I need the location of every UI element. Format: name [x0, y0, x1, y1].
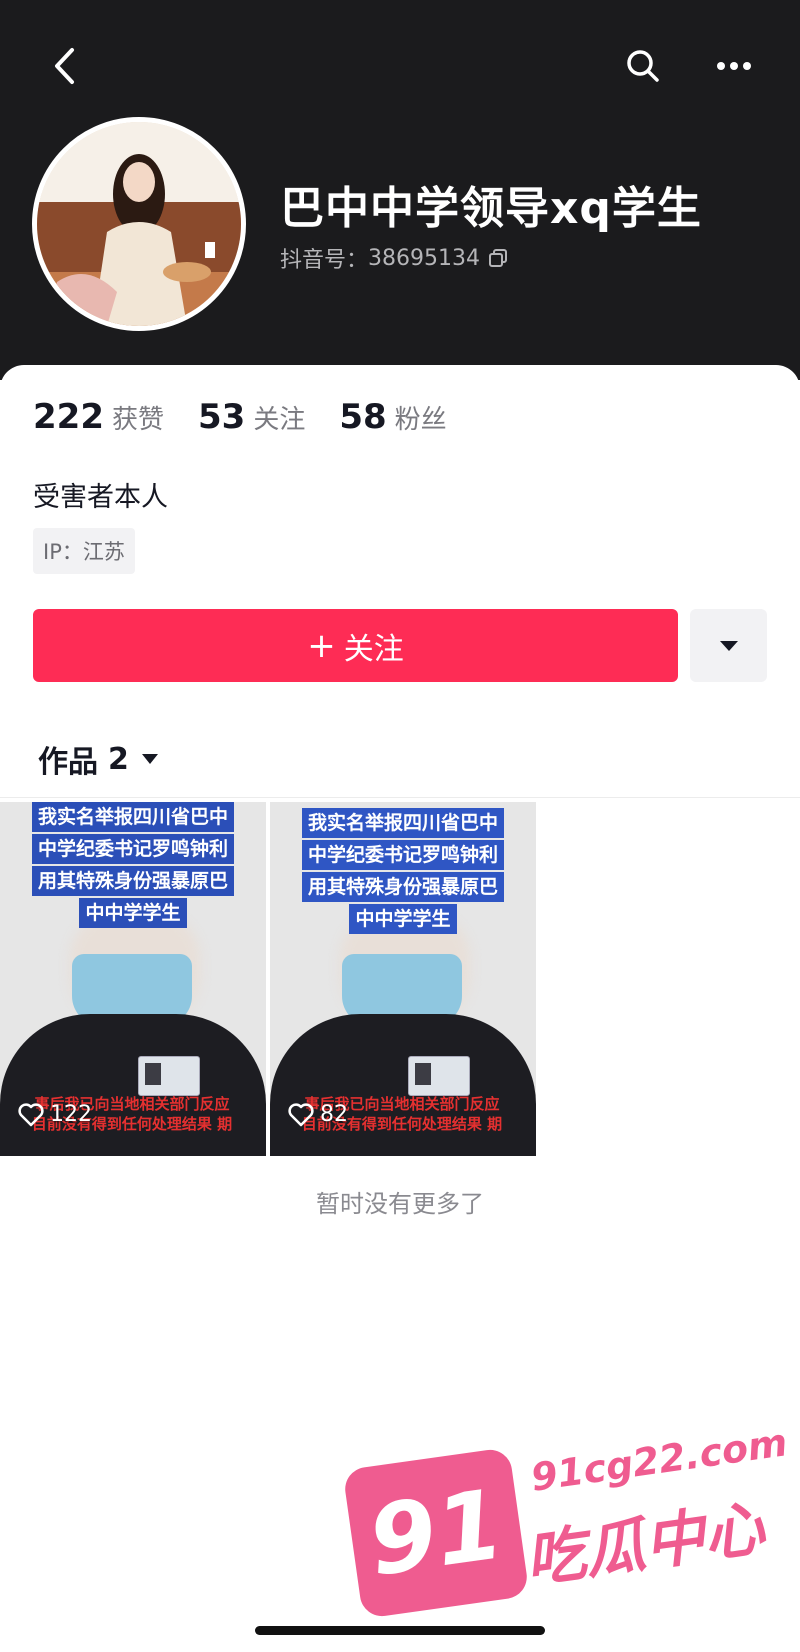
works-tab-label: 作品 [38, 745, 98, 780]
stat-label: 关注 [253, 405, 306, 435]
avatar[interactable] [32, 117, 246, 331]
chevron-left-icon [55, 48, 74, 84]
video-caption: 我实名举报四川省巴中 中学纪委书记罗鸣钟利 用其特殊身份强暴原巴 中中学学生 [20, 802, 246, 930]
like-count-value: 122 [50, 1102, 92, 1127]
nickname: 巴中中学领导xq学生 [280, 183, 702, 234]
caret-down-icon [719, 640, 738, 651]
stat-likes[interactable]: 222 获赞 [33, 397, 164, 437]
caption-line: 中中学学生 [79, 898, 187, 928]
stat-value: 58 [339, 397, 387, 437]
watermark-badge-text: 91 [362, 1468, 510, 1598]
no-more-content-label: 暂时没有更多了 [316, 1190, 484, 1218]
divider [0, 797, 800, 798]
caption-line: 中学纪委书记罗鸣钟利 [31, 834, 234, 864]
person-body [0, 1014, 266, 1156]
more-options-button[interactable] [706, 38, 762, 94]
search-button[interactable] [615, 38, 671, 94]
watermark-logo: 91 91cg22.com 吃瓜中心 [342, 1418, 790, 1628]
video-caption: 我实名举报四川省巴中 中学纪委书记罗鸣钟利 用其特殊身份强暴原巴 中中学学生 [290, 808, 516, 936]
caption-line: 用其特殊身份强暴原巴 [301, 872, 504, 902]
back-button[interactable] [36, 38, 92, 94]
stat-label: 获赞 [111, 405, 164, 435]
heart-icon [18, 1102, 44, 1126]
id-card [138, 1056, 200, 1096]
caption-line: 我实名举报四川省巴中 [301, 808, 504, 838]
ip-location-tag: IP：江苏 [33, 528, 135, 574]
id-card [408, 1056, 470, 1096]
watermark-badge: 91 [342, 1447, 530, 1619]
home-indicator[interactable] [255, 1626, 545, 1635]
follow-button-label: 关注 [343, 631, 404, 667]
avatar-image [37, 122, 241, 326]
caption-line: 用其特殊身份强暴原巴 [31, 866, 234, 896]
video-thumbnail[interactable]: 我实名举报四川省巴中 中学纪委书记罗鸣钟利 用其特殊身份强暴原巴 中中学学生 事… [270, 802, 536, 1156]
watermark-name: 吃瓜中心 [521, 1493, 769, 1597]
douyin-id-label: 抖音号： [280, 248, 369, 273]
stat-following[interactable]: 53 关注 [198, 397, 305, 437]
caption-line: 中学纪委书记罗鸣钟利 [301, 840, 504, 870]
like-count: 82 [288, 1102, 348, 1127]
stat-value: 53 [198, 397, 246, 437]
video-thumbnail[interactable]: 我实名举报四川省巴中 中学纪委书记罗鸣钟利 用其特殊身份强暴原巴 中中学学生 事… [0, 802, 266, 1156]
profile-header: 巴中中学领导xq学生 抖音号： 38695134 [0, 0, 800, 380]
copy-icon[interactable] [488, 248, 508, 268]
profile-page: 巴中中学领导xq学生 抖音号： 38695134 222 获赞 53 关注 58… [0, 0, 800, 1652]
person-body [270, 1014, 536, 1156]
more-actions-dropdown-button[interactable] [690, 609, 767, 682]
search-icon [627, 50, 659, 82]
stats-row: 222 获赞 53 关注 58 粉丝 [33, 397, 481, 437]
works-count: 2 [108, 741, 129, 777]
like-count: 122 [18, 1102, 92, 1127]
stat-followers[interactable]: 58 粉丝 [339, 397, 446, 437]
ellipsis-icon [717, 62, 751, 70]
caption-line: 我实名举报四川省巴中 [31, 802, 234, 832]
stat-label: 粉丝 [394, 405, 447, 435]
douyin-id[interactable]: 抖音号： 38695134 [280, 242, 508, 274]
stat-value: 222 [33, 397, 104, 437]
bio: 受害者本人 [33, 482, 168, 513]
plus-icon: + [307, 625, 336, 666]
like-count-value: 82 [320, 1102, 348, 1127]
follow-button[interactable]: + 关注 [33, 609, 678, 682]
caption-line: 中中学学生 [349, 904, 457, 934]
heart-icon [288, 1102, 314, 1126]
douyin-id-value: 38695134 [368, 245, 480, 271]
tab-works[interactable]: 作品 2 [38, 737, 159, 781]
caret-down-icon [141, 753, 159, 765]
